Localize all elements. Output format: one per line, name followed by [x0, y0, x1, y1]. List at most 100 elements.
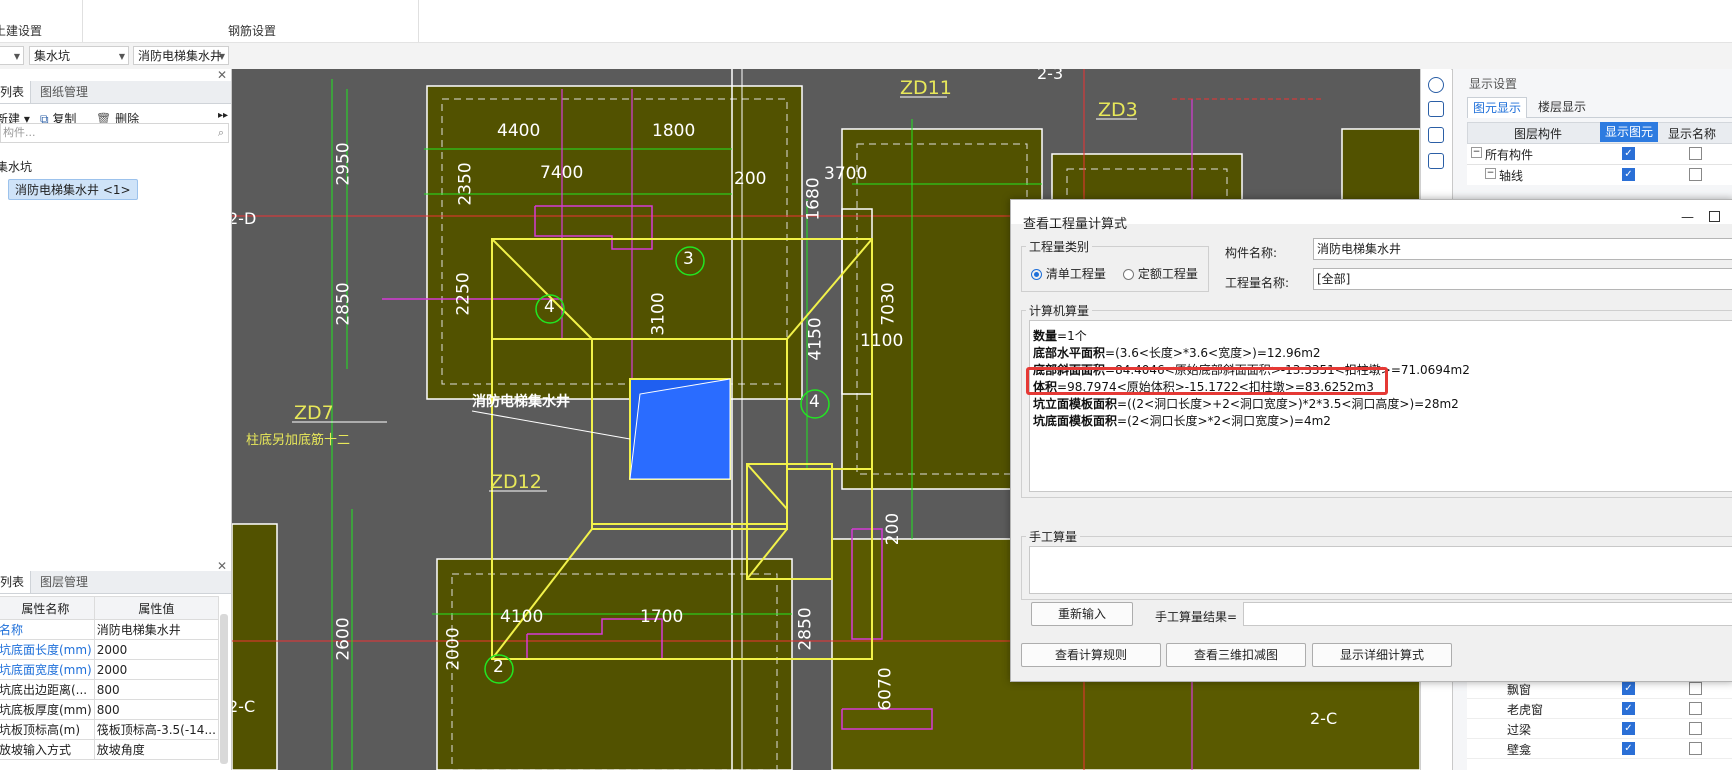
floor-combo[interactable]: ▼	[0, 46, 24, 65]
table-row[interactable]: 飘窗 ✓	[1467, 679, 1732, 699]
formula-line: 坑底面模板面积=(2<洞口长度>*2<洞口宽度>)=4m2	[1033, 414, 1331, 428]
tab-list[interactable]: 列表	[0, 81, 32, 103]
table-row[interactable]: 坑底出边距离(... 800	[0, 679, 219, 700]
cube-view-icon[interactable]	[1428, 127, 1444, 143]
dim-label: 3700	[824, 164, 868, 184]
component-combo[interactable]: 消防电梯集水井 ▼	[133, 46, 229, 65]
show-name-checkbox[interactable]	[1689, 168, 1702, 181]
formula-box[interactable]: 数量=1个 底部水平面积=(3.6<长度>*3.6<宽度>)=12.96m2 底…	[1026, 320, 1732, 492]
category-combo[interactable]: 集水坑 ▼	[29, 46, 129, 65]
show-element-checkbox[interactable]: ✓	[1622, 702, 1635, 715]
ribbon-divider	[418, 0, 419, 42]
manual-result-label: 手工算量结果=	[1155, 610, 1238, 624]
axis-bubble-number: 3	[683, 249, 694, 269]
formula-line: 底部水平面积=(3.6<长度>*3.6<宽度>)=12.96m2	[1033, 346, 1321, 360]
calc-group-label: 计算机算量	[1026, 302, 1093, 319]
table-row[interactable]: 放坡输入方式 放坡角度	[0, 739, 219, 760]
chevron-down-icon: ▼	[218, 52, 225, 61]
table-row[interactable]: 坑底面长度(mm) 2000	[0, 639, 219, 660]
table-row[interactable]: 名称 消防电梯集水井	[0, 619, 219, 640]
table-row[interactable]: 坑板顶标高(m) 筏板顶标高-3.5(-14...	[0, 719, 219, 740]
table-row[interactable]: 壁龛 ✓	[1467, 739, 1732, 759]
col-show-element[interactable]: 显示图元	[1600, 122, 1658, 142]
view-calc-rule-button[interactable]: 查看计算规则	[1021, 643, 1161, 667]
quantity-formula-dialog: 查看工程量计算式 — 工程量类别 清单工程量 定额工程量 构件名称: 消防电梯集…	[1010, 199, 1732, 682]
component-name-field[interactable]: 消防电梯集水井	[1313, 238, 1732, 260]
show-element-checkbox[interactable]: ✓	[1622, 742, 1635, 755]
show-element-checkbox[interactable]: ✓	[1622, 682, 1635, 695]
show-name-checkbox[interactable]	[1689, 682, 1702, 695]
qty-name-field[interactable]: [全部]	[1313, 268, 1732, 290]
note-label: 柱底另加底筋十二	[246, 433, 351, 448]
show-element-checkbox[interactable]: ✓	[1622, 722, 1635, 735]
minimize-icon[interactable]: —	[1681, 210, 1694, 225]
table-row[interactable]: 过梁 ✓	[1467, 719, 1732, 739]
tab-floor-display[interactable]: 楼层显示	[1533, 97, 1591, 117]
maximize-icon[interactable]	[1709, 211, 1720, 222]
tab-drawing-management[interactable]: 图纸管理	[34, 81, 94, 103]
tree-item-selected[interactable]: 消防电梯集水井 <1>	[8, 179, 138, 200]
left-pane: 列表 图纸管理 ✕ 新建 ▾ ⧉ 复制 🗑 删除 ▸▸ 构件... ⌕ 集水坑 消…	[0, 68, 232, 770]
highlight-box	[1026, 367, 1388, 395]
view-3d-deduction-button[interactable]: 查看三维扣减图	[1166, 643, 1306, 667]
show-name-checkbox[interactable]	[1689, 147, 1702, 160]
axis-label: 2-3	[1037, 69, 1064, 83]
tab-element-display[interactable]: 图元显示	[1467, 97, 1528, 118]
slab-left-edge	[232, 523, 278, 770]
slab-bottom-left	[436, 558, 793, 770]
tab-property-list[interactable]: 列表	[0, 571, 32, 593]
radio-bill-qty[interactable]: 清单工程量	[1031, 265, 1106, 282]
dim-label: 4100	[500, 607, 544, 627]
collapse-icon[interactable]: −	[1485, 168, 1496, 179]
orbit-icon[interactable]	[1428, 77, 1444, 93]
dim-label: 1700	[640, 607, 684, 627]
table-row[interactable]: − 轴线 ✓	[1467, 165, 1732, 185]
component-name-label: 构件名称:	[1225, 246, 1278, 260]
reinput-button[interactable]: 重新输入	[1031, 602, 1133, 626]
zd-label: ZD3	[1098, 99, 1138, 121]
property-scrollbar[interactable]	[220, 614, 228, 764]
display-table-header: 图层构件 显示图元 显示名称	[1467, 122, 1732, 144]
property-tabs: 列表 图层管理	[0, 571, 231, 594]
show-element-checkbox[interactable]: ✓	[1622, 168, 1635, 181]
dim-label: 1680	[803, 177, 824, 221]
3d-view-icon[interactable]	[1428, 101, 1444, 117]
ribbon-section-civil[interactable]: 土建设置	[0, 22, 42, 39]
show-name-checkbox[interactable]	[1689, 742, 1702, 755]
dim-label: 2000	[443, 627, 464, 671]
close-icon[interactable]: ✕	[217, 68, 227, 82]
show-name-checkbox[interactable]	[1689, 722, 1702, 735]
table-row[interactable]: 坑底面宽度(mm) 2000	[0, 659, 219, 680]
manual-result-field[interactable]	[1243, 602, 1732, 626]
dim-label: 2850	[333, 282, 354, 326]
table-row[interactable]: − 所有构件 ✓	[1467, 144, 1732, 165]
show-name-checkbox[interactable]	[1689, 702, 1702, 715]
qty-name-label: 工程量名称:	[1225, 276, 1290, 290]
close-icon[interactable]: ✕	[217, 559, 227, 573]
dim-label: 7400	[540, 163, 584, 183]
tree-node-pit[interactable]: 集水坑	[0, 158, 32, 175]
component-search-input[interactable]: 构件... ⌕	[0, 123, 229, 143]
table-row[interactable]: 坑底板厚度(mm) 800	[0, 699, 219, 720]
more-icon[interactable]: ▸▸	[218, 110, 228, 121]
collapse-icon[interactable]: −	[1471, 147, 1482, 158]
dim-label: 200	[883, 512, 904, 546]
show-element-checkbox[interactable]: ✓	[1622, 147, 1635, 160]
formula-line: 坑立面模板面积=((2<洞口长度>+2<洞口宽度>)*2*3.5<洞口高度>)=…	[1033, 397, 1459, 411]
dim-label: 2850	[795, 607, 816, 651]
pit-name-label: 消防电梯集水井	[472, 394, 570, 410]
table-row[interactable]: 老虎窗 ✓	[1467, 699, 1732, 719]
cube-side-icon[interactable]	[1428, 153, 1444, 169]
show-detailed-formula-button[interactable]: 显示详细计算式	[1312, 643, 1452, 667]
selector-toolbar: ▼ 集水坑 ▼ 消防电梯集水井 ▼	[0, 43, 1732, 70]
dim-label: 3100	[648, 292, 669, 336]
ribbon-section-rebar[interactable]: 钢筋设置	[228, 22, 276, 39]
axis-bubble-number: 2	[493, 657, 504, 677]
dim-label: 2950	[333, 142, 354, 186]
radio-norm-qty[interactable]: 定额工程量	[1123, 265, 1198, 282]
tab-layer-management[interactable]: 图层管理	[34, 571, 94, 593]
col-show-name[interactable]: 显示名称	[1668, 125, 1716, 142]
manual-input-area[interactable]	[1029, 546, 1732, 594]
zd-label: ZD7	[294, 402, 334, 424]
col-layer-component: 图层构件	[1514, 127, 1563, 141]
